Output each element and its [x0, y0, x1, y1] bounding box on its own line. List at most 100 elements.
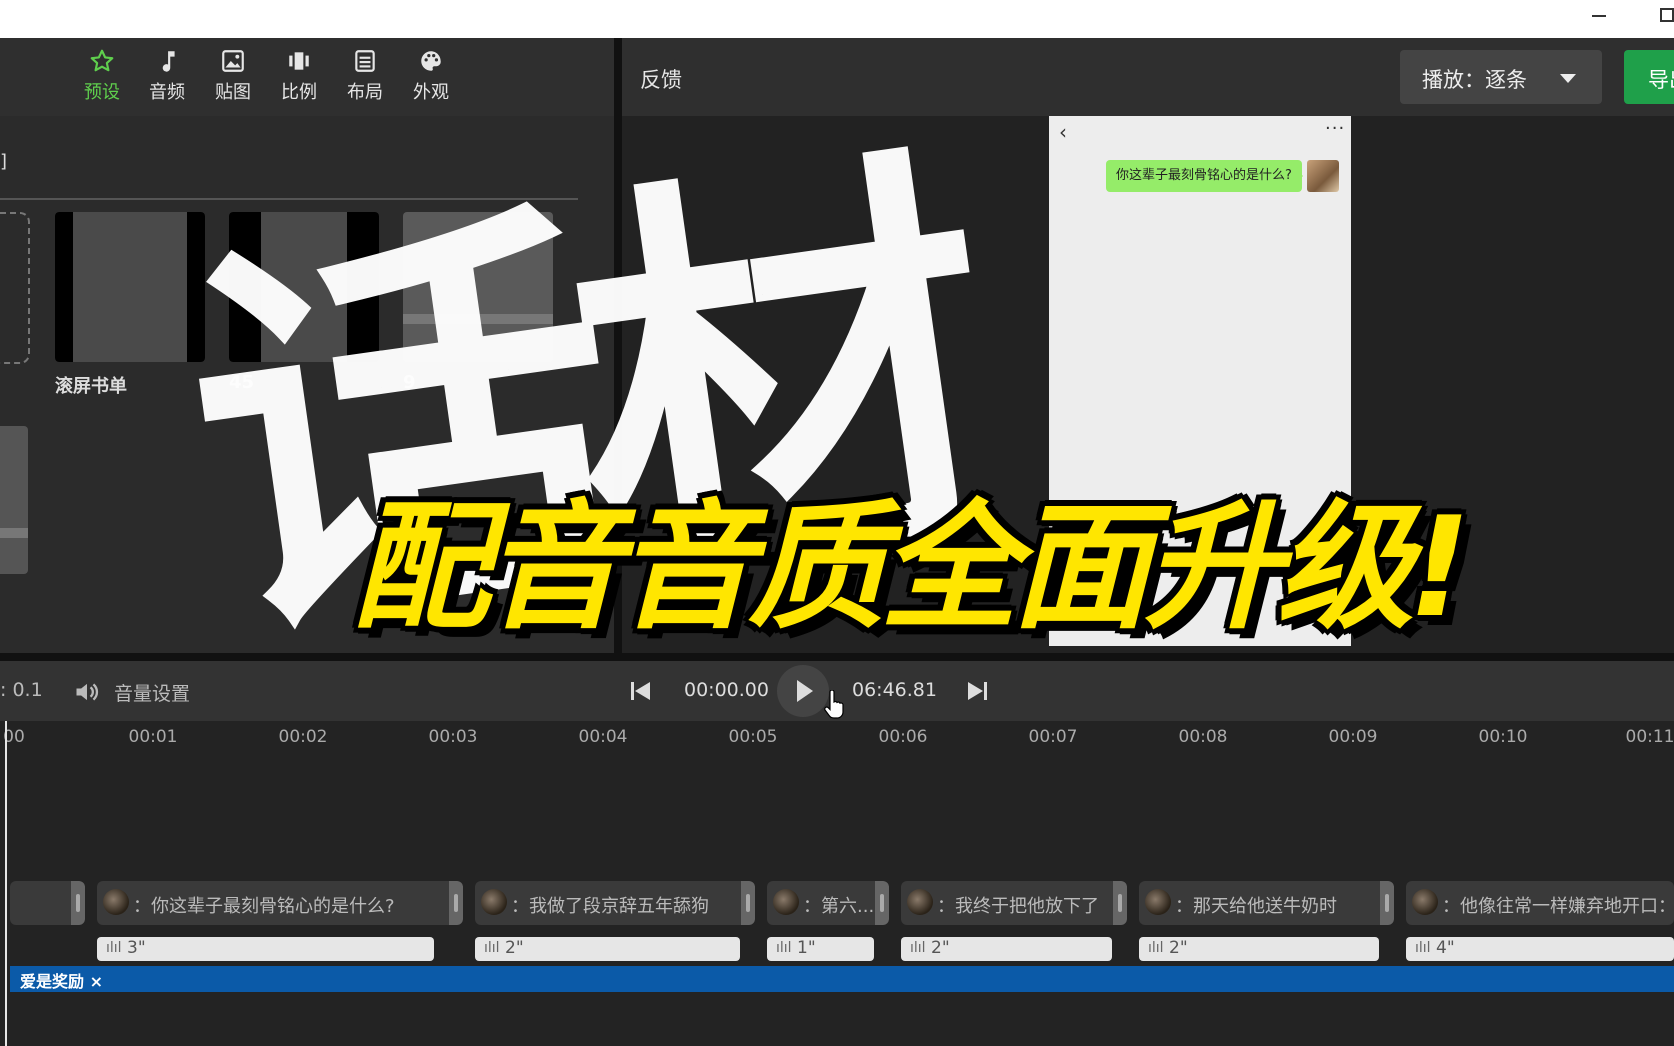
- avatar: [907, 889, 933, 915]
- minimize-icon[interactable]: [1592, 15, 1606, 17]
- tool-label: 贴图: [215, 82, 251, 103]
- tool-label: 比例: [281, 82, 317, 103]
- hand-cursor-icon: [824, 690, 844, 719]
- duration-value: 2": [505, 938, 524, 958]
- clip-text: ：第六...: [803, 896, 875, 917]
- ruler-tick: 00:04: [578, 727, 628, 747]
- play-icon: [797, 680, 813, 702]
- duration-value: 1": [797, 938, 816, 958]
- tool-sticker[interactable]: 贴图: [203, 48, 263, 110]
- clip-resize-handle[interactable]: [1380, 881, 1394, 925]
- ruler-tick: 00:10: [1478, 727, 1528, 747]
- export-button[interactable]: 导出: [1624, 50, 1674, 104]
- clip-resize-handle[interactable]: [875, 881, 889, 925]
- avatar: [481, 889, 507, 915]
- feedback-link[interactable]: 反馈: [640, 64, 682, 94]
- avatar: [1412, 889, 1438, 915]
- waveform-icon: ılıl: [484, 940, 500, 956]
- window-titlebar: [0, 0, 1674, 38]
- ruler-tick: 00:01: [128, 727, 178, 747]
- tool-label: 预设: [84, 82, 120, 103]
- duration-chip[interactable]: ılıl 3": [97, 937, 434, 961]
- speed-value[interactable]: : 0.1: [0, 679, 43, 701]
- duration-chip[interactable]: ılıl 2": [1139, 937, 1379, 961]
- maximize-icon[interactable]: [1660, 8, 1674, 22]
- waveform-icon: ılıl: [776, 940, 792, 956]
- avatar: [103, 889, 129, 915]
- dialogue-clip[interactable]: ：他像往常一样嫌弃地开口：: [1406, 881, 1674, 925]
- clip-resize-handle[interactable]: [449, 881, 463, 925]
- dialogue-clip[interactable]: ：你这辈子最刻骨铭心的是什么?: [97, 881, 463, 925]
- volume-icon[interactable]: [72, 678, 102, 706]
- tool-ratio[interactable]: 比例: [269, 48, 329, 110]
- play-mode-select[interactable]: 播放：逐条: [1400, 50, 1602, 104]
- dialogue-clip[interactable]: ：我终于把他放下了: [901, 881, 1127, 925]
- ruler-tick: 00:11: [1625, 727, 1674, 747]
- duration-chip[interactable]: ılıl 2": [475, 937, 740, 961]
- preview-header: 反馈 播放：逐条 导出: [622, 38, 1674, 116]
- clip-text: ：那天给他送牛奶时: [1175, 896, 1337, 917]
- ruler-tick: 00:05: [728, 727, 778, 747]
- skip-back-icon[interactable]: [630, 681, 652, 701]
- preset-card-4[interactable]: [0, 426, 28, 574]
- music-note-icon: [162, 51, 175, 72]
- music-track[interactable]: 爱是奖励 ×: [10, 966, 1674, 992]
- phone-navbar: ‹ ···: [1049, 116, 1351, 148]
- dialogue-clip[interactable]: [10, 881, 85, 925]
- duration-chip[interactable]: ılıl 1": [767, 937, 874, 961]
- bubble-tail: [1297, 170, 1303, 182]
- clip-resize-handle[interactable]: [71, 881, 85, 925]
- duration-value: 4": [1436, 938, 1455, 958]
- ruler-tick: 00:09: [1328, 727, 1378, 747]
- panel-tab[interactable]: ]: [0, 151, 7, 172]
- time-ruler[interactable]: 00 00:01 00:02 00:03 00:04 00:05 00:06 0…: [0, 721, 1674, 757]
- play-mode-value: 播放：逐条: [1422, 68, 1527, 92]
- ruler-tick: 00:02: [278, 727, 328, 747]
- chevron-down-icon: [1560, 74, 1576, 83]
- avatar: [1307, 160, 1339, 192]
- tool-preset[interactable]: 预设: [72, 48, 132, 110]
- image-icon: [222, 50, 244, 72]
- ruler-tick: 00:06: [878, 727, 928, 747]
- tool-audio[interactable]: 音频: [137, 48, 197, 110]
- back-icon: ‹: [1059, 120, 1067, 144]
- clip-text: ：我终于把他放下了: [937, 896, 1099, 917]
- add-preset-card[interactable]: [0, 212, 30, 364]
- current-time: 00:00.00: [684, 679, 769, 701]
- dialogue-clip[interactable]: ：我做了段京辞五年舔狗: [475, 881, 755, 925]
- tool-label: 音频: [149, 82, 185, 103]
- left-toolbar: 预设 音频 贴图 比例 布局 外观: [0, 38, 614, 116]
- palette-icon: [421, 51, 441, 71]
- ruler-tick: 00:08: [1178, 727, 1228, 747]
- dialogue-clip[interactable]: ：第六...: [767, 881, 889, 925]
- star-icon: [90, 49, 114, 72]
- clip-resize-handle[interactable]: [1113, 881, 1127, 925]
- music-track-label[interactable]: 爱是奖励 ×: [20, 968, 103, 992]
- ratio-icon: [289, 52, 309, 70]
- playhead[interactable]: [5, 721, 7, 1046]
- tool-label: 布局: [347, 82, 383, 103]
- tool-appearance[interactable]: 外观: [401, 48, 461, 110]
- volume-settings-label[interactable]: 音量设置: [114, 679, 190, 706]
- waveform-icon: ılıl: [106, 940, 122, 956]
- duration-chip[interactable]: ılıl 2": [901, 937, 1112, 961]
- duration-value: 2": [931, 938, 950, 958]
- ruler-tick: 00:03: [428, 727, 478, 747]
- chat-bubble: 你这辈子最刻骨铭心的是什么?: [1106, 160, 1302, 192]
- avatar: [1145, 889, 1171, 915]
- ruler-tick: 00:07: [1028, 727, 1078, 747]
- waveform-icon: ılıl: [910, 940, 926, 956]
- clip-text: ：你这辈子最刻骨铭心的是什么?: [133, 896, 395, 917]
- total-time: 06:46.81: [852, 679, 937, 701]
- more-icon: ···: [1325, 118, 1346, 139]
- duration-value: 3": [127, 938, 146, 958]
- waveform-icon: ılıl: [1415, 940, 1431, 956]
- app-window: 预设 音频 贴图 比例 布局 外观 ] 滚屏书单 45 9 反馈 播放：逐条 导…: [0, 0, 1674, 1046]
- overlay-banner: 配音音质全面升级!: [352, 487, 1471, 648]
- clip-resize-handle[interactable]: [741, 881, 755, 925]
- dialogue-clip[interactable]: ：那天给他送牛奶时: [1139, 881, 1394, 925]
- tool-layout[interactable]: 布局: [335, 48, 395, 110]
- skip-forward-icon[interactable]: [966, 681, 988, 701]
- duration-chip[interactable]: ılıl 4": [1406, 937, 1674, 961]
- layout-icon: [355, 50, 375, 72]
